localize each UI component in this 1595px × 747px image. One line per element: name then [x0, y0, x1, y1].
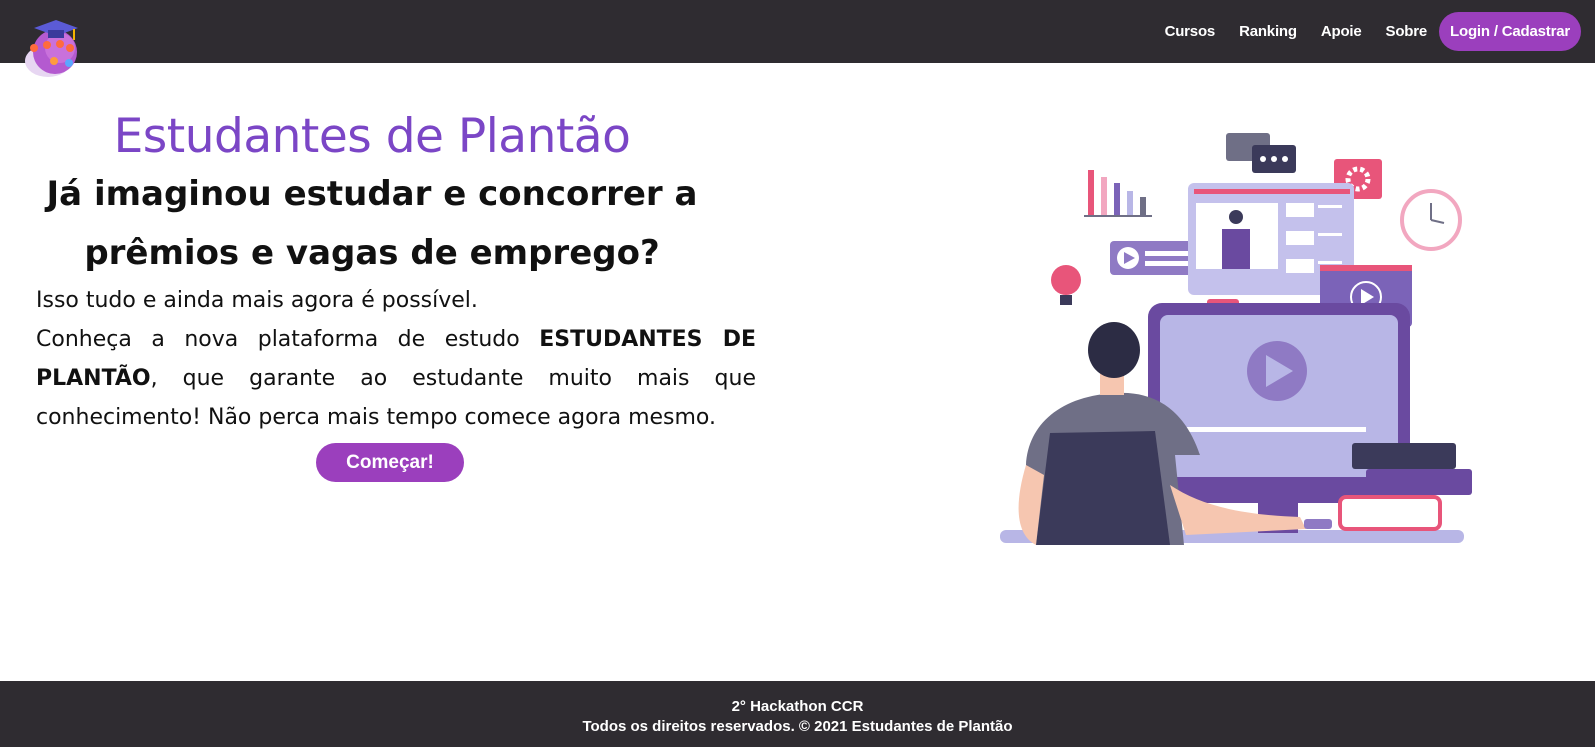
hero-section: Estudantes de Plantão Já imaginou estuda…	[36, 105, 756, 482]
top-navbar: Cursos Ranking Apoie Sobre Login / Cadas…	[0, 0, 1595, 77]
illustration-icon	[1000, 133, 1472, 545]
nav-link-apoie[interactable]: Apoie	[1321, 23, 1362, 40]
logo-icon[interactable]	[22, 18, 84, 80]
bar-chart-icon	[1084, 170, 1152, 217]
nav-links: Cursos Ranking Apoie Sobre Login / Cadas…	[1141, 12, 1581, 51]
nav-link-ranking[interactable]: Ranking	[1239, 23, 1297, 40]
page-title: Estudantes de Plantão	[113, 109, 631, 164]
hero-line-1: Isso tudo e ainda mais agora é possível.	[36, 288, 478, 313]
nav-link-cursos[interactable]: Cursos	[1165, 23, 1216, 40]
login-button[interactable]: Login / Cadastrar	[1439, 12, 1581, 51]
hero-description: Isso tudo e ainda mais agora é possível.…	[36, 281, 756, 437]
start-button[interactable]: Começar!	[316, 443, 464, 482]
footer: 2° Hackathon CCR Todos os direitos reser…	[0, 681, 1595, 747]
footer-copyright: Todos os direitos reservados. © 2021 Est…	[582, 718, 1013, 735]
footer-event: 2° Hackathon CCR	[731, 698, 864, 715]
hero-line-2-start: Conheça a nova plataforma de estudo	[36, 327, 520, 352]
hero-subtitle: Já imaginou estudar e concorrer a prêmio…	[46, 174, 698, 273]
nav-link-sobre[interactable]: Sobre	[1386, 23, 1428, 40]
